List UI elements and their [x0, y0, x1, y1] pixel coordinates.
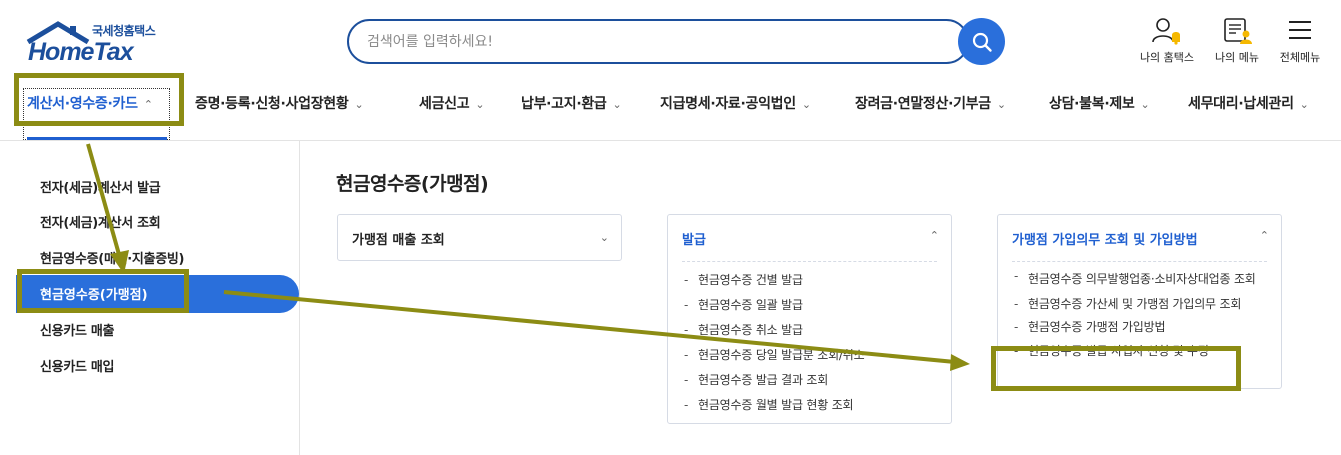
annotation-arrows	[86, 143, 970, 371]
arrow-head	[110, 250, 129, 274]
arrow-line	[223, 290, 956, 364]
arrow-head	[950, 354, 970, 371]
arrow-line	[86, 143, 122, 259]
